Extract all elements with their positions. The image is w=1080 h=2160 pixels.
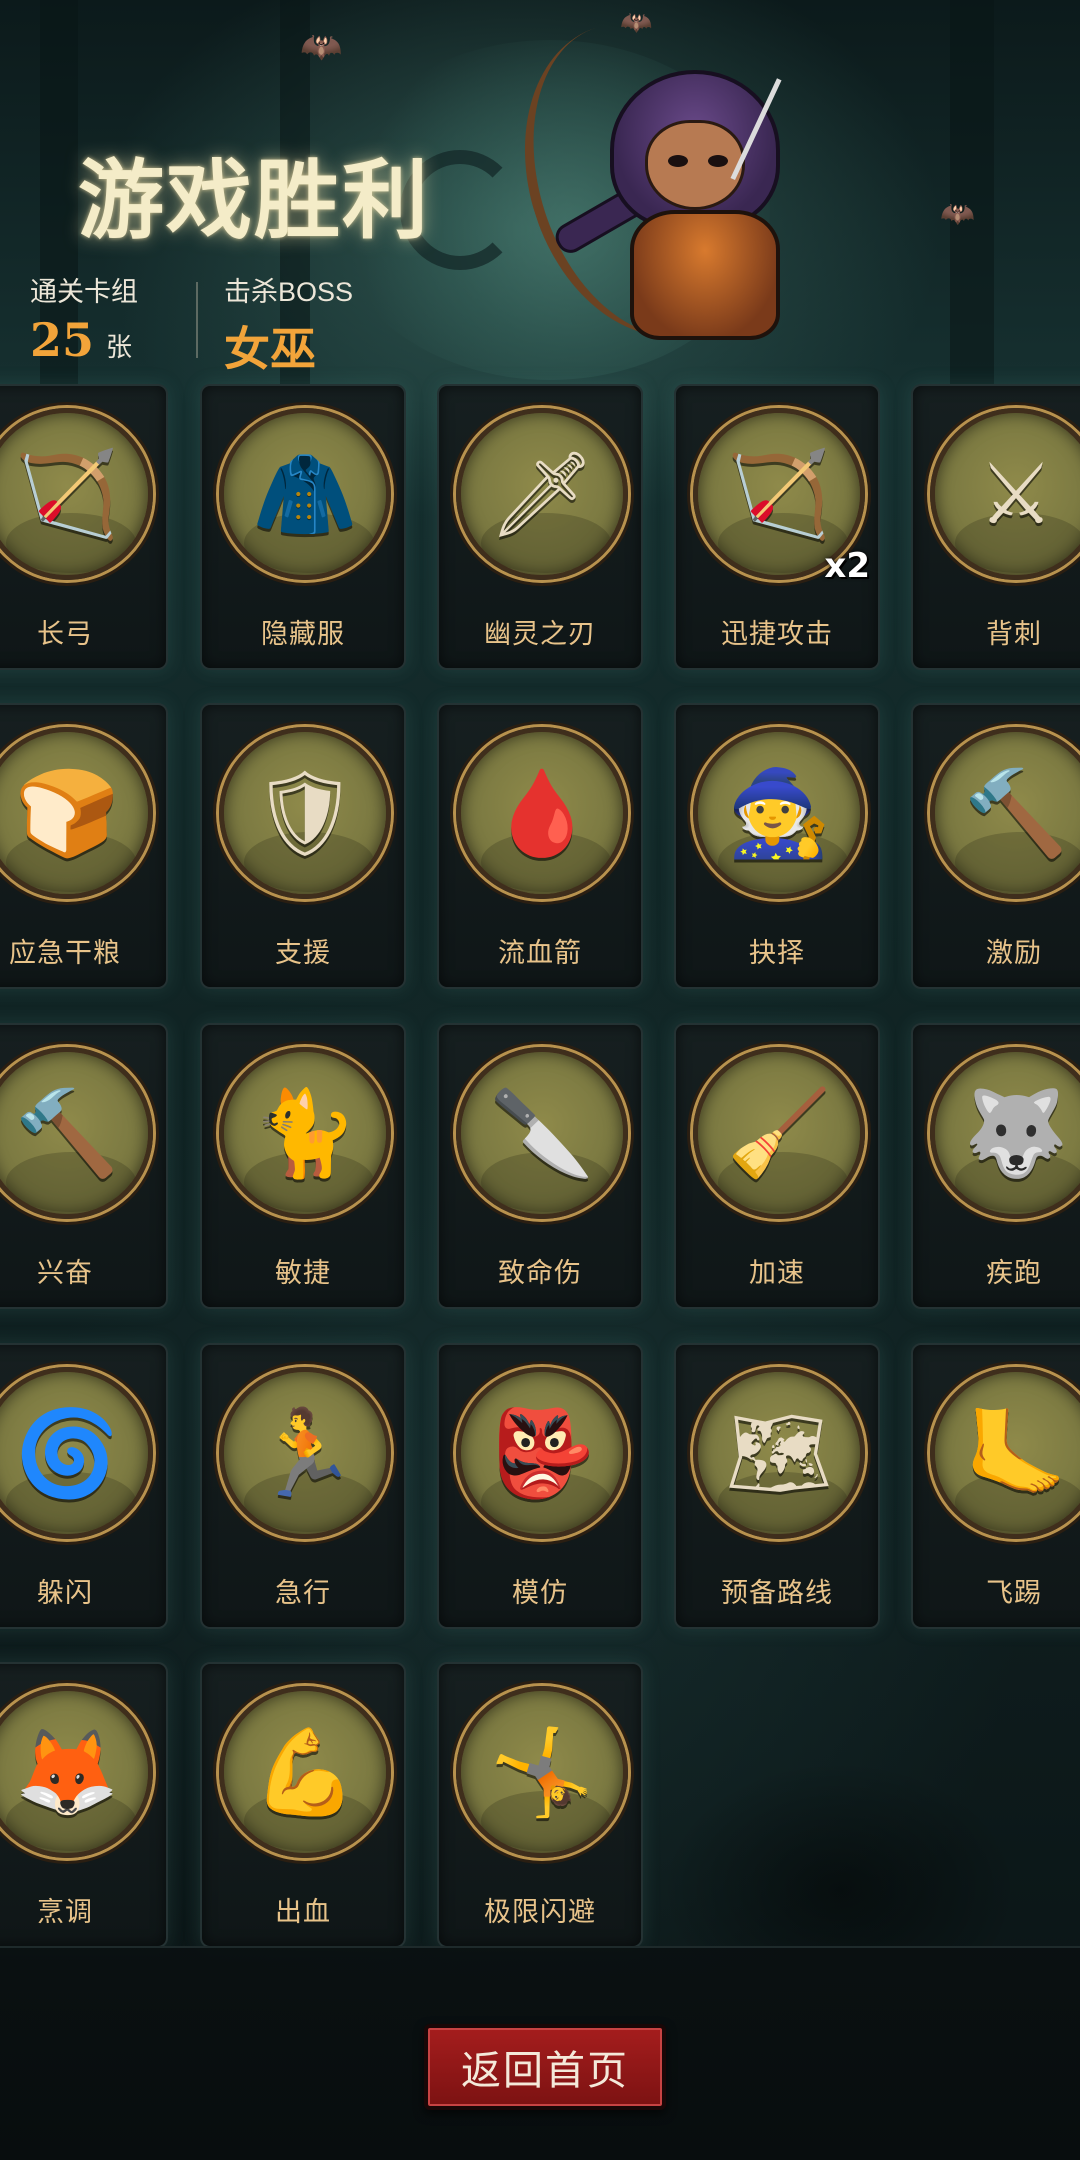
extreme-dodge-icon: 🤸: [489, 1723, 595, 1821]
skill-card[interactable]: 🏹 x2 迅捷攻击: [674, 384, 880, 670]
card-medallion: 🍞: [0, 727, 153, 899]
skill-card[interactable]: 🧹 加速: [674, 1023, 880, 1309]
card-name: 长弓: [37, 619, 93, 649]
return-home-button[interactable]: 返回首页: [424, 2024, 666, 2110]
card-medallion: 🛡: [219, 727, 391, 899]
mimic-icon: 👺: [489, 1404, 595, 1502]
skill-card[interactable]: 🦶 飞踢: [911, 1343, 1080, 1629]
hooded-cloak-icon: 🧥: [252, 445, 358, 543]
card-medallion: 🗡: [456, 408, 628, 580]
card-name: 背刺: [986, 619, 1042, 649]
route-map-icon: 🗺: [725, 1404, 833, 1502]
card-name: 致命伤: [498, 1258, 582, 1288]
card-medallion: 👺: [456, 1367, 628, 1539]
haste-icon: 🧹: [726, 1084, 832, 1182]
skill-card[interactable]: 🏃 急行: [200, 1343, 406, 1629]
card-medallion: 🏃: [219, 1367, 391, 1539]
card-name: 支援: [275, 938, 331, 968]
backstab-icon: ⚔: [978, 445, 1054, 543]
skill-card[interactable]: 🍞 应急干粮: [0, 703, 168, 989]
card-medallion: 🧥: [219, 408, 391, 580]
card-medallion: 🔪: [456, 1047, 628, 1219]
card-grid: 🏹长弓🧥隐藏服🗡幽灵之刃🏹x2迅捷攻击⚔背刺🍞应急干粮🛡支援🩸流血箭🧙抉择🔨x激…: [0, 0, 1080, 2160]
agility-icon: 🐈: [252, 1084, 358, 1182]
card-name: 飞踢: [986, 1578, 1042, 1608]
card-medallion: 💪: [219, 1686, 391, 1858]
skill-card[interactable]: 🐈 敏捷: [200, 1023, 406, 1309]
card-name: 预备路线: [721, 1578, 833, 1608]
card-medallion: 🌀: [0, 1367, 153, 1539]
card-medallion: 🔨: [930, 727, 1080, 899]
skill-card[interactable]: 🦊 烹调: [0, 1662, 168, 1948]
choice-icon: 🧙: [726, 764, 832, 862]
card-medallion: 🦶: [930, 1367, 1080, 1539]
bleed-icon: 💪: [252, 1723, 358, 1821]
card-medallion: 🔨: [0, 1047, 153, 1219]
card-name: 兴奋: [37, 1258, 93, 1288]
card-name: 疾跑: [986, 1258, 1042, 1288]
card-name: 急行: [275, 1578, 331, 1608]
skill-card[interactable]: 🛡 支援: [200, 703, 406, 989]
support-icon: 🛡: [251, 764, 359, 862]
card-name: 应急干粮: [9, 938, 121, 968]
card-name: 躲闪: [37, 1578, 93, 1608]
skill-card[interactable]: 🔨x激励: [911, 703, 1080, 989]
skill-card[interactable]: 🤸 极限闪避: [437, 1662, 643, 1948]
card-name: 模仿: [512, 1578, 568, 1608]
skill-card[interactable]: 🗺 预备路线: [674, 1343, 880, 1629]
card-count-badge: x2: [824, 546, 870, 586]
card-name: 幽灵之刃: [484, 619, 596, 649]
skill-card[interactable]: 🧥 隐藏服: [200, 384, 406, 670]
skill-card[interactable]: 🩸 流血箭: [437, 703, 643, 989]
card-medallion: 🗺: [693, 1367, 865, 1539]
swift-attack-icon: 🏹: [726, 445, 832, 543]
card-name: 极限闪避: [484, 1897, 596, 1927]
card-name: 隐藏服: [261, 619, 345, 649]
skill-card[interactable]: 🐺 疾跑: [911, 1023, 1080, 1309]
skill-card[interactable]: 👺 模仿: [437, 1343, 643, 1629]
card-medallion: 🏹: [0, 408, 153, 580]
ghost-dagger-icon: 🗡: [488, 445, 596, 543]
card-medallion: 🤸: [456, 1686, 628, 1858]
emergency-rations-icon: 🍞: [14, 764, 120, 862]
card-name: 出血: [275, 1897, 331, 1927]
excitement-icon: 🔨: [14, 1084, 120, 1182]
card-name: 抉择: [749, 938, 805, 968]
skill-card[interactable]: 🌀 躲闪: [0, 1343, 168, 1629]
card-name: 加速: [749, 1258, 805, 1288]
sprint-icon: 🐺: [963, 1084, 1069, 1182]
fatal-wound-icon: 🔪: [489, 1084, 595, 1182]
inspire-icon: 🔨: [963, 764, 1069, 862]
flying-kick-icon: 🦶: [963, 1404, 1069, 1502]
card-medallion: 🧹: [693, 1047, 865, 1219]
card-medallion: ⚔: [930, 408, 1080, 580]
card-name: 敏捷: [275, 1258, 331, 1288]
longbow-icon: 🏹: [14, 445, 120, 543]
card-medallion: 🩸: [456, 727, 628, 899]
skill-card[interactable]: 🗡 幽灵之刃: [437, 384, 643, 670]
card-medallion: 🐺: [930, 1047, 1080, 1219]
card-medallion: 🧙: [693, 727, 865, 899]
card-medallion: 🐈: [219, 1047, 391, 1219]
card-medallion: 🦊: [0, 1686, 153, 1858]
dodge-icon: 🌀: [14, 1404, 120, 1502]
skill-card[interactable]: 🔨 兴奋: [0, 1023, 168, 1309]
card-name: 流血箭: [498, 938, 582, 968]
skill-card[interactable]: 🧙 抉择: [674, 703, 880, 989]
card-name: 烹调: [37, 1897, 93, 1927]
card-name: 迅捷攻击: [721, 619, 833, 649]
skill-card[interactable]: 🏹 长弓: [0, 384, 168, 670]
cooking-icon: 🦊: [14, 1723, 120, 1821]
rush-icon: 🏃: [252, 1404, 358, 1502]
skill-card[interactable]: 🔪 致命伤: [437, 1023, 643, 1309]
card-name: 激励: [986, 938, 1042, 968]
skill-card[interactable]: 💪 出血: [200, 1662, 406, 1948]
bleeding-arrow-icon: 🩸: [489, 764, 595, 862]
skill-card[interactable]: ⚔ 背刺: [911, 384, 1080, 670]
